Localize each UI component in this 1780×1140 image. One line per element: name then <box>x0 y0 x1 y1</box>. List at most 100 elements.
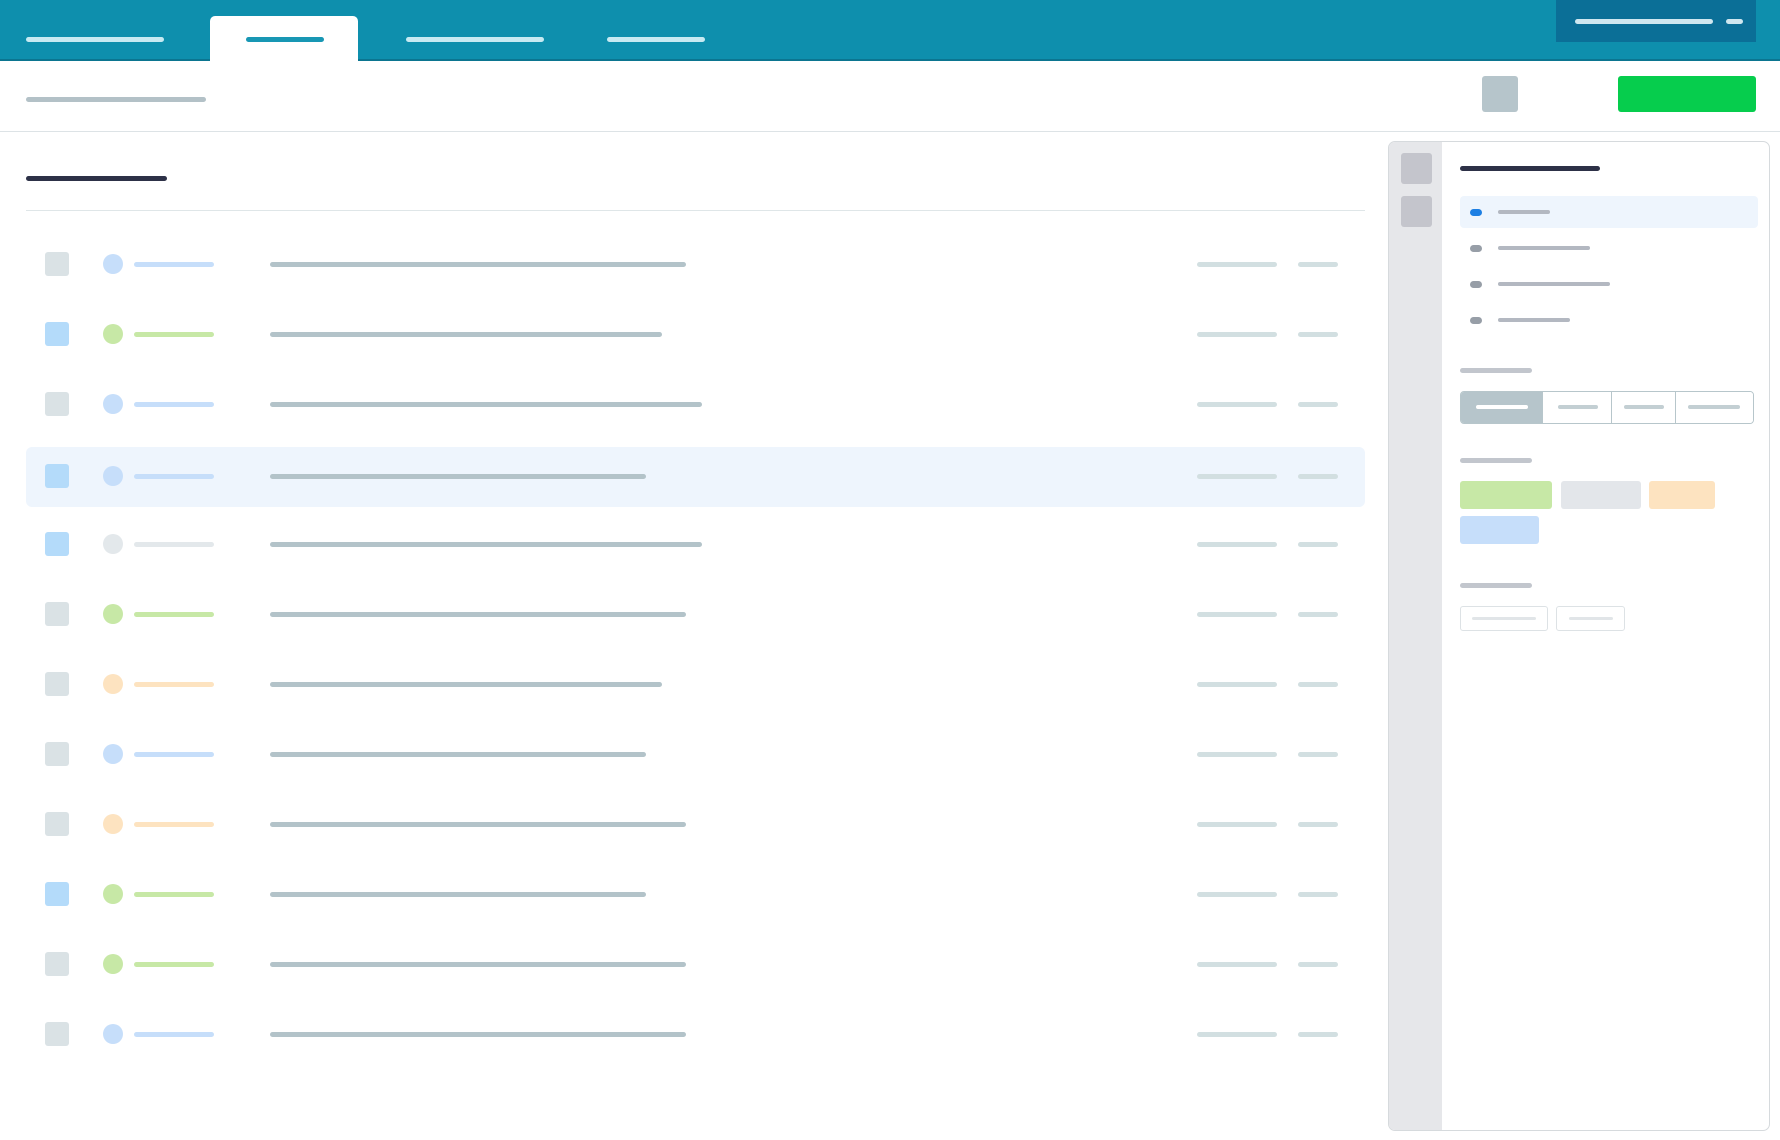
status-label <box>134 682 214 687</box>
status-label <box>134 262 214 267</box>
list-divider <box>26 210 1365 211</box>
row-meta-secondary <box>1298 1032 1338 1037</box>
actions-section-label <box>1460 583 1532 588</box>
row-meta-secondary <box>1298 542 1338 547</box>
tag-chip-gray[interactable] <box>1561 481 1641 509</box>
row-checkbox[interactable] <box>45 532 69 556</box>
segment-3[interactable] <box>1611 392 1675 423</box>
list-item[interactable] <box>26 375 1365 435</box>
row-meta <box>1197 682 1277 687</box>
status-label <box>134 752 214 757</box>
panel-rail <box>1389 142 1442 1130</box>
row-meta <box>1197 612 1277 617</box>
list-item[interactable] <box>26 865 1365 925</box>
status-dot-icon <box>103 534 123 554</box>
segment-2[interactable] <box>1542 392 1611 423</box>
list-item[interactable] <box>26 795 1365 855</box>
row-checkbox[interactable] <box>45 952 69 976</box>
row-checkbox[interactable] <box>45 602 69 626</box>
row-meta <box>1197 542 1277 547</box>
list-item[interactable] <box>26 515 1365 575</box>
status-dot-icon <box>103 604 123 624</box>
list-item[interactable] <box>26 235 1365 295</box>
tag-chip-green[interactable] <box>1460 481 1552 509</box>
row-title <box>270 962 686 967</box>
settings-button[interactable] <box>1482 76 1518 112</box>
row-checkbox[interactable] <box>45 1022 69 1046</box>
row-meta <box>1197 822 1277 827</box>
status-dot-icon <box>103 744 123 764</box>
list-item[interactable] <box>26 585 1365 645</box>
segment-4-label <box>1688 405 1740 409</box>
secondary-button-2-label <box>1569 617 1613 620</box>
nav-tab-3-label <box>406 37 544 42</box>
status-dot-icon <box>103 324 123 344</box>
row-checkbox[interactable] <box>45 252 69 276</box>
row-title <box>270 892 646 897</box>
panel-icon-2[interactable] <box>1401 196 1432 227</box>
account-menu[interactable] <box>1556 0 1756 42</box>
row-checkbox[interactable] <box>45 812 69 836</box>
row-meta <box>1197 474 1277 479</box>
breadcrumb[interactable] <box>26 97 206 102</box>
primary-action-button[interactable] <box>1618 76 1756 112</box>
row-meta <box>1197 332 1277 337</box>
top-navigation <box>0 0 1780 61</box>
list-item[interactable] <box>26 655 1365 715</box>
list-item[interactable] <box>26 935 1365 995</box>
row-checkbox[interactable] <box>45 742 69 766</box>
row-meta-secondary <box>1298 822 1338 827</box>
settings-icon <box>1482 76 1483 77</box>
nav-tab-3[interactable] <box>385 16 565 61</box>
row-title <box>270 332 662 337</box>
panel-menu-item-1[interactable] <box>1460 196 1758 228</box>
status-dot-icon <box>103 394 123 414</box>
nav-tab-1[interactable] <box>0 16 185 61</box>
row-meta-secondary <box>1298 612 1338 617</box>
panel-icon-1[interactable] <box>1401 153 1432 184</box>
chevron-down-icon <box>1726 19 1743 24</box>
view-section-label <box>1460 368 1532 373</box>
row-meta-secondary <box>1298 262 1338 267</box>
row-meta <box>1197 962 1277 967</box>
row-checkbox[interactable] <box>45 392 69 416</box>
segment-3-label <box>1624 405 1664 409</box>
row-checkbox[interactable] <box>45 322 69 346</box>
nav-tab-2-active[interactable] <box>210 16 358 61</box>
status-label <box>134 402 214 407</box>
secondary-button-2[interactable] <box>1556 606 1625 631</box>
panel-title <box>1460 166 1600 171</box>
row-meta-secondary <box>1298 962 1338 967</box>
row-meta <box>1197 262 1277 267</box>
panel-menu-item-4[interactable] <box>1460 304 1758 336</box>
tags-section-label <box>1460 458 1532 463</box>
list-item[interactable] <box>26 1005 1365 1065</box>
row-checkbox[interactable] <box>45 882 69 906</box>
panel-menu-item-1-label <box>1498 210 1550 214</box>
nav-tab-2-label <box>246 37 324 42</box>
nav-tab-4[interactable] <box>590 16 725 61</box>
secondary-button-1[interactable] <box>1460 606 1548 631</box>
row-checkbox[interactable] <box>45 672 69 696</box>
list-item[interactable] <box>26 447 1365 507</box>
row-title <box>270 542 702 547</box>
bullet-icon <box>1470 209 1482 216</box>
secondary-button-1-label <box>1472 617 1536 620</box>
segment-4[interactable] <box>1675 392 1753 423</box>
list-item[interactable] <box>26 305 1365 365</box>
row-checkbox[interactable] <box>45 464 69 488</box>
panel-menu-item-3[interactable] <box>1460 268 1758 300</box>
bullet-icon <box>1470 281 1482 288</box>
tag-chip-blue[interactable] <box>1460 516 1539 544</box>
status-dot-icon <box>103 466 123 486</box>
row-meta <box>1197 892 1277 897</box>
nav-tab-4-label <box>607 37 705 42</box>
segment-1[interactable] <box>1461 392 1542 423</box>
list-item[interactable] <box>26 725 1365 785</box>
row-title <box>270 1032 686 1037</box>
nav-tab-1-label <box>26 37 164 42</box>
panel-menu-item-2[interactable] <box>1460 232 1758 264</box>
tag-chip-orange[interactable] <box>1649 481 1715 509</box>
row-title <box>270 822 686 827</box>
panel-menu-item-4-label <box>1498 318 1570 322</box>
